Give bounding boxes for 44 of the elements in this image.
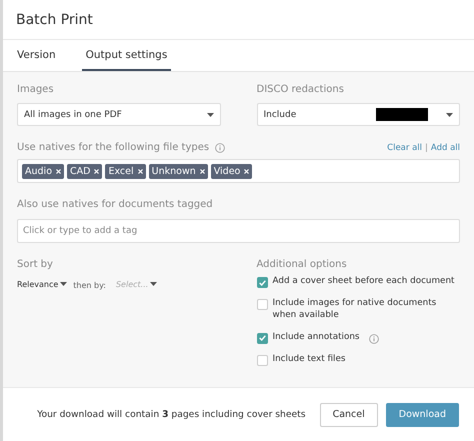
checkbox[interactable] (256, 354, 268, 366)
checkbox[interactable] (256, 277, 268, 288)
field-label: Use natives for the following file types (17, 142, 210, 153)
tab[interactable]: Version (13, 40, 60, 71)
option-label: Include text files (272, 354, 346, 366)
info-icon[interactable] (368, 334, 379, 344)
images-select[interactable]: All images in one PDF (17, 103, 220, 126)
sort-dropdown[interactable]: Relevance (17, 280, 68, 288)
download-button[interactable]: Download (386, 402, 459, 426)
caret-icon (150, 282, 158, 286)
tag-chip[interactable]: Excel (105, 164, 146, 178)
checkbox[interactable] (256, 299, 268, 310)
tag-chip[interactable]: Audio (22, 164, 64, 178)
option-label: Add a cover sheet before each document (272, 276, 454, 288)
checkbox[interactable] (256, 332, 268, 344)
link[interactable]: Add all (430, 142, 460, 152)
remove-icon[interactable] (56, 168, 62, 174)
remove-icon[interactable] (200, 168, 205, 174)
info-icon[interactable] (215, 142, 226, 152)
file-types-field[interactable]: Audio CAD Excel Unknown Video (17, 159, 460, 183)
tag-input-field[interactable]: Click or type to add a tag (17, 219, 460, 243)
cancel-button[interactable]: Cancel (320, 402, 378, 426)
remove-icon[interactable] (244, 168, 250, 174)
tag-chip[interactable]: CAD (67, 164, 102, 178)
option-label: Include annotations (272, 332, 360, 344)
caret-icon (446, 112, 453, 116)
option-label: Include images for native documents when available (272, 298, 438, 322)
link-separator: | (425, 142, 428, 152)
field-label: Sort by (17, 259, 54, 270)
caret-icon (60, 282, 68, 286)
tag-chip[interactable]: Unknown (148, 164, 208, 178)
link[interactable]: Clear all (387, 142, 422, 152)
then-by-label: then by: (73, 281, 106, 290)
download-summary: Your download will contain 3 pages including cover sheets (37, 409, 306, 420)
remove-icon[interactable] (138, 168, 143, 174)
field-label: Also use natives for documents tagged (17, 199, 214, 210)
caret-icon (206, 112, 214, 116)
field-label: Additional options (256, 259, 348, 270)
field-label: Images (17, 84, 55, 95)
tag-chip[interactable]: Video (210, 164, 252, 178)
field-label: DISCO redactions (256, 84, 345, 95)
dialog-title: Batch Print (16, 12, 93, 28)
redactions-select[interactable]: Include (256, 103, 460, 126)
remove-icon[interactable] (94, 168, 100, 174)
